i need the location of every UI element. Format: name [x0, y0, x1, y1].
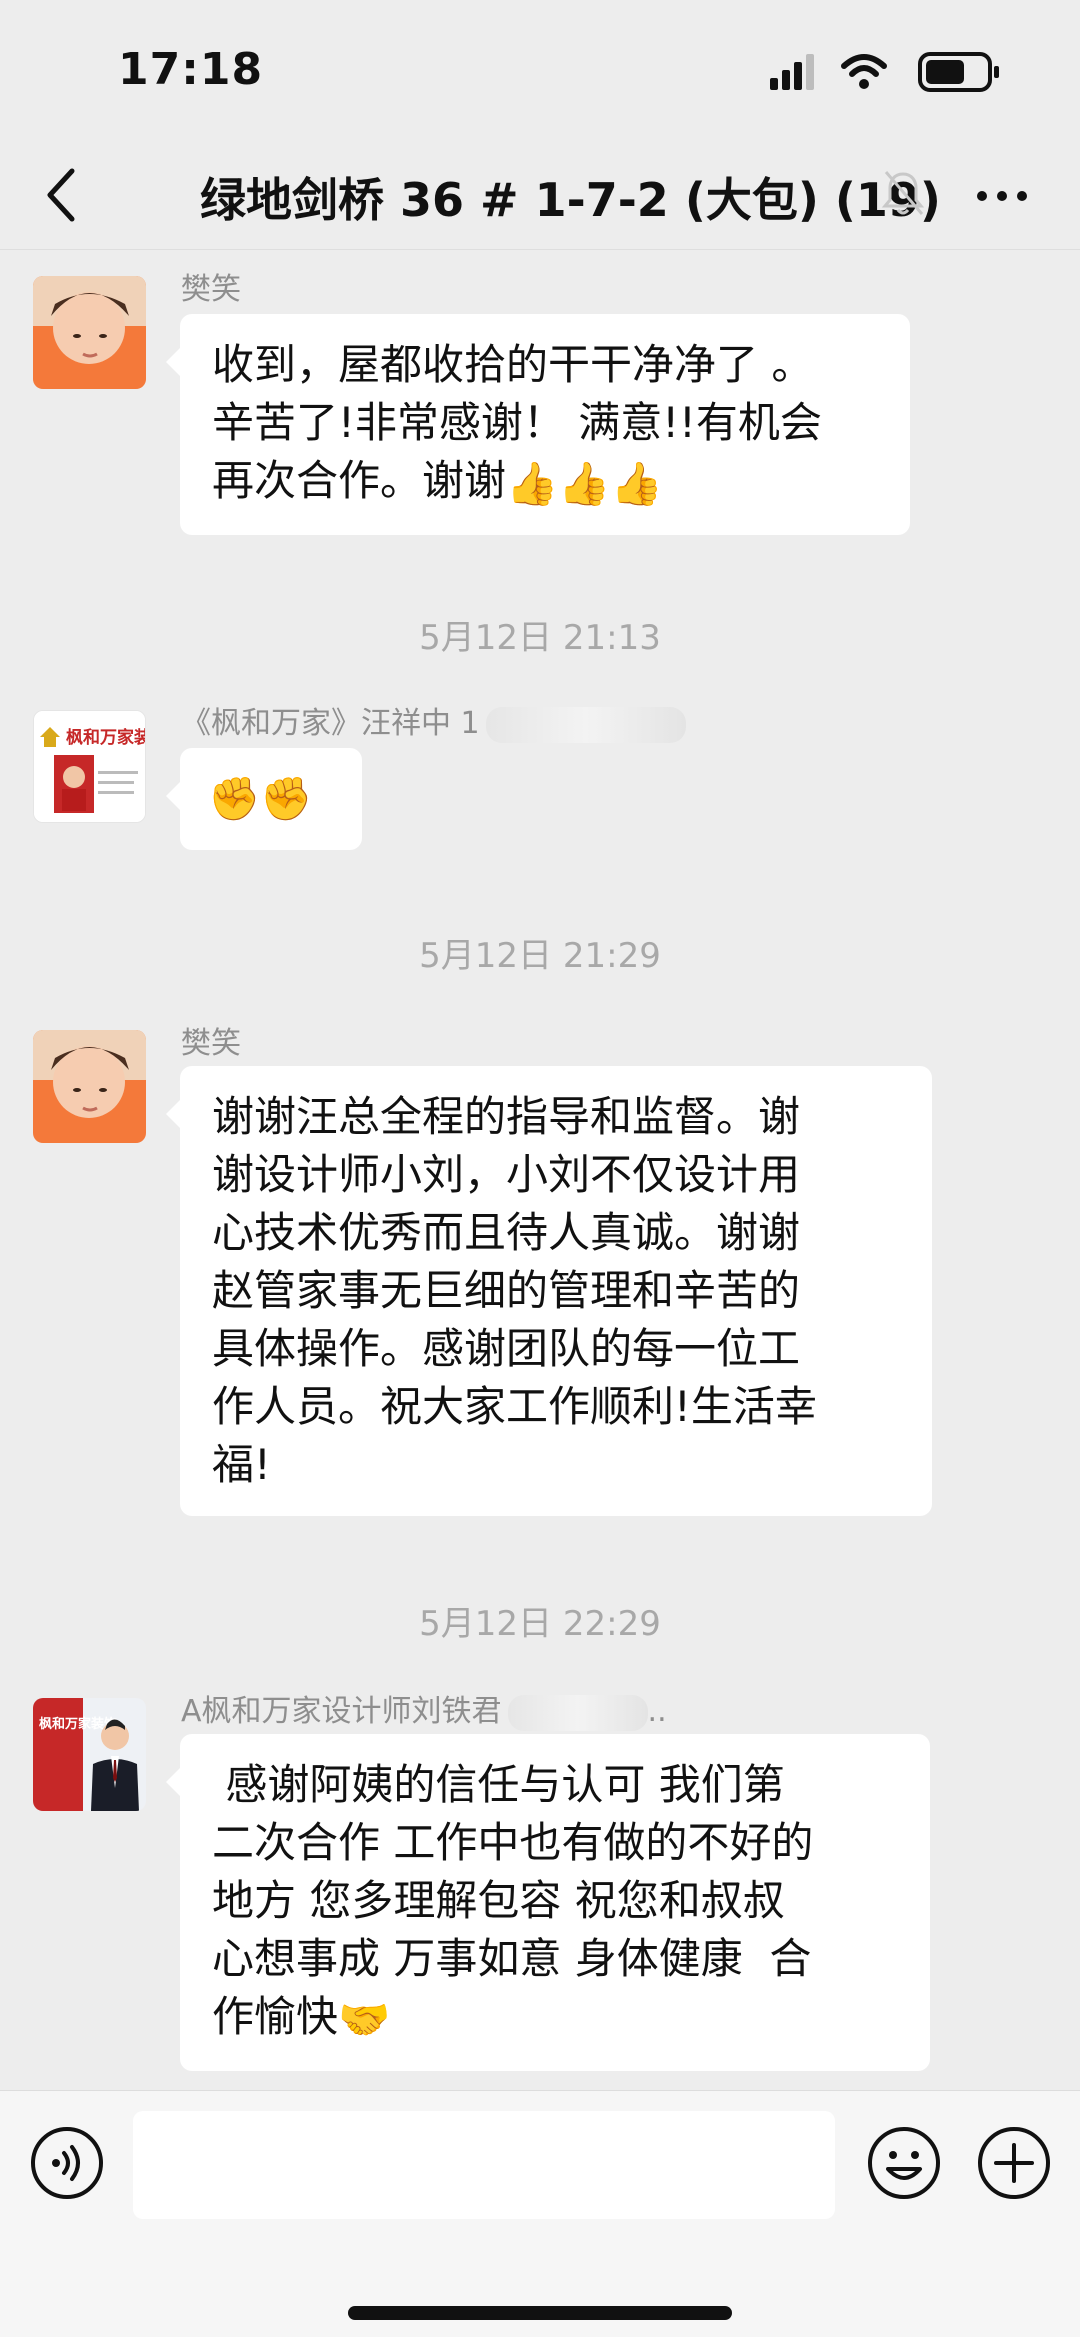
message-line: 心技术优秀而且待人真诚。谢谢	[212, 1208, 801, 1257]
timestamp: 5月12日 21:13	[419, 618, 661, 658]
message-line: 心想事成 万事如意 身体健康 合	[212, 1934, 812, 1983]
message-bubble[interactable]: 谢谢汪总全程的指导和监督。谢 谢设计师小刘，小刘不仅设计用 心技术优秀而且待人真…	[166, 1066, 932, 1516]
avatar[interactable]: 枫和万家装饰	[33, 710, 146, 823]
mute-bell-icon	[881, 171, 925, 215]
chat-header: 绿地剑桥 36 # 1-7-2 (大包) (19)	[0, 140, 1080, 250]
message-line: 谢设计师小刘，小刘不仅设计用	[212, 1150, 801, 1199]
thumbs-up-emoji: 👍👍👍	[506, 458, 663, 508]
redacted-text	[507, 1694, 648, 1731]
sender-name-text: A枫和万家设计师刘铁君	[181, 1694, 502, 1729]
back-chevron-icon[interactable]	[40, 165, 80, 225]
message-list[interactable]: 樊笑 收到，屋都收拾的干干净净了 。 辛苦了!非常感谢！ 满意!!有机会 再次合…	[0, 250, 1080, 2090]
sender-name: A枫和万家设计师刘铁君..	[181, 1686, 667, 1731]
message-line: 福!	[212, 1440, 271, 1489]
message-input[interactable]	[133, 2111, 835, 2219]
message-line: 作人员。祝大家工作顺利!生活幸	[212, 1382, 817, 1431]
avatar-logo-text: 枫和万家装饰	[66, 727, 146, 748]
message-line: 感谢阿姨的信任与认可 我们第	[212, 1760, 785, 1809]
redacted-text	[485, 706, 686, 743]
sender-name: 《枫和万家》汪祥中 1	[181, 698, 686, 743]
battery-icon	[918, 52, 999, 92]
input-bar	[0, 2090, 1080, 2337]
signal-icon	[770, 54, 814, 90]
message-line: 再次合作。谢谢	[212, 456, 507, 505]
timestamp: 5月12日 21:29	[419, 936, 661, 976]
sender-name: 樊笑	[181, 272, 241, 307]
message-line: 地方 您多理解包容 祝您和叔叔	[212, 1876, 785, 1925]
message-line: 谢谢汪总全程的指导和监督。谢	[212, 1092, 801, 1141]
home-indicator[interactable]	[348, 2306, 732, 2320]
smile-icon[interactable]	[866, 2125, 942, 2201]
sender-name: 樊笑	[181, 1026, 241, 1061]
message-line: 作愉快	[212, 1992, 339, 2041]
message-line: 二次合作 工作中也有做的不好的	[212, 1818, 814, 1867]
status-time: 17:18	[118, 44, 264, 95]
sender-name-text: 《枫和万家》汪祥中 1	[181, 706, 480, 741]
message-bubble[interactable]: ✊✊	[166, 748, 362, 850]
wifi-icon	[841, 54, 887, 89]
message-line: 辛苦了!非常感谢！ 满意!!有机会	[212, 398, 822, 447]
message-bubble[interactable]: 感谢阿姨的信任与认可 我们第 二次合作 工作中也有做的不好的 地方 您多理解包容…	[166, 1734, 930, 2071]
message-line: 具体操作。感谢团队的每一位工	[212, 1324, 801, 1373]
status-bar: 17:18	[0, 0, 1080, 140]
company-logo-icon: 枫和万家装饰	[34, 711, 146, 822]
voice-icon[interactable]	[29, 2125, 105, 2201]
chat-title: 绿地剑桥 36 # 1-7-2 (大包) (19)	[200, 173, 941, 227]
message-line: 赵管家事无巨细的管理和辛苦的	[212, 1266, 801, 1315]
fist-emoji: ✊✊	[208, 774, 313, 823]
avatar[interactable]	[33, 1030, 146, 1143]
status-icons	[770, 52, 1010, 92]
handshake-emoji: 🤝	[338, 1994, 391, 2044]
message-line: 收到，屋都收拾的干干净净了 。	[212, 340, 814, 389]
designer-avatar-icon: 枫和万家装饰	[33, 1698, 146, 1811]
avatar[interactable]	[33, 276, 146, 389]
message-bubble[interactable]: 收到，屋都收拾的干干净净了 。 辛苦了!非常感谢！ 满意!!有机会 再次合作。谢…	[166, 314, 910, 535]
sender-name-suffix: ..	[647, 1694, 667, 1729]
timestamp: 5月12日 22:29	[419, 1604, 661, 1644]
avatar[interactable]: 枫和万家装饰	[33, 1698, 146, 1811]
more-dots-icon[interactable]	[972, 176, 1032, 216]
plus-icon[interactable]	[976, 2125, 1052, 2201]
